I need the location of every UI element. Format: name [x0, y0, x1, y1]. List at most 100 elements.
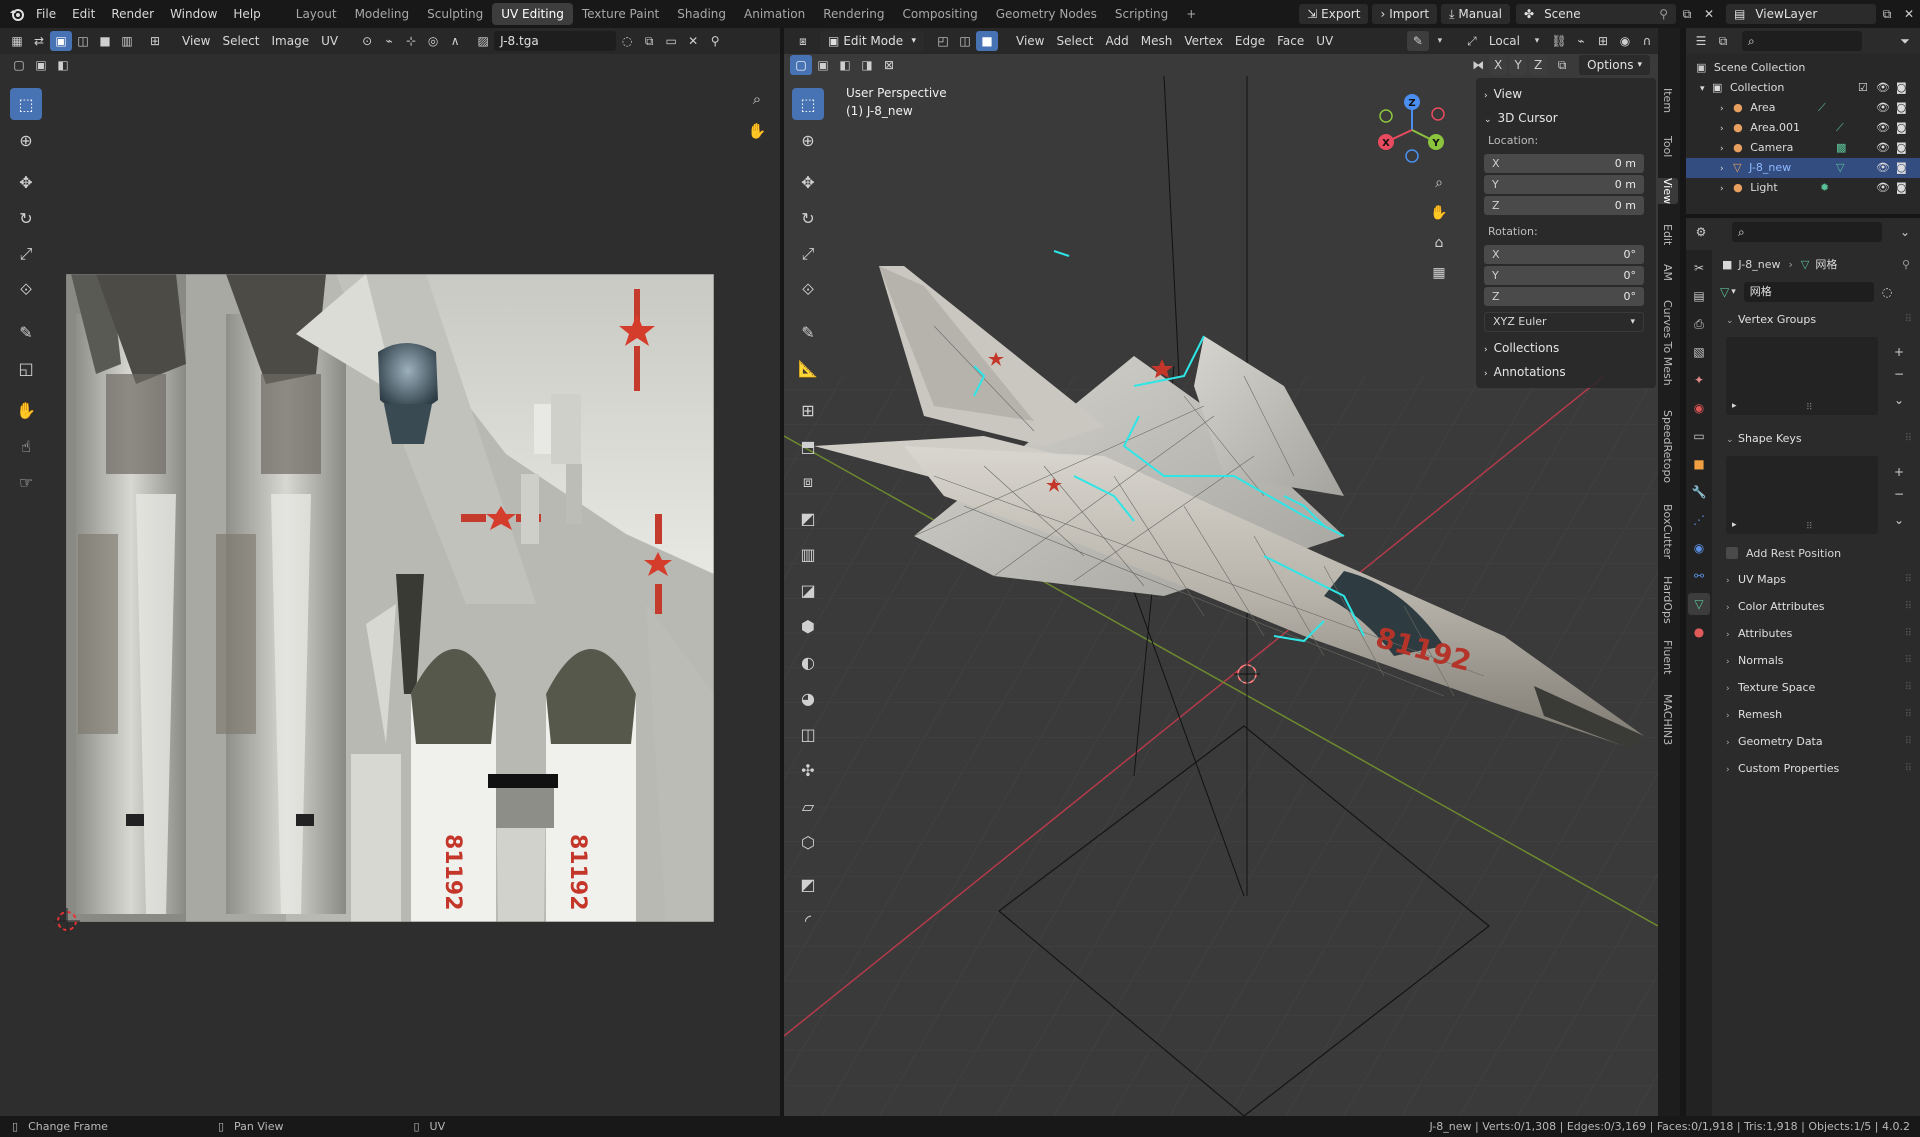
select-box-tool-icon[interactable]: ⬚	[10, 88, 42, 120]
section-geometry-data[interactable]: › Geometry Data ⠿	[1714, 728, 1920, 755]
viewport-menu-edge[interactable]: Edge	[1229, 31, 1271, 51]
edge-mode-icon[interactable]: ◫	[954, 31, 976, 51]
select-mode-subtract-icon[interactable]: ◧	[52, 55, 74, 75]
camera-render-icon[interactable]: ◙	[1896, 178, 1907, 198]
rotate-tool-icon[interactable]: ↻	[10, 202, 42, 234]
object-tab-icon[interactable]: ■	[1688, 453, 1710, 475]
manual-button[interactable]: ⤓ Manual	[1441, 4, 1510, 24]
camera-render-icon[interactable]: ◙	[1896, 118, 1907, 138]
outliner-collection[interactable]: ▾ ▣ Collection ☑ 👁 ◙	[1686, 78, 1920, 98]
edge-select-icon[interactable]: ◫	[72, 31, 94, 51]
section-normals[interactable]: › Normals ⠿	[1714, 647, 1920, 674]
move-tool-icon[interactable]: ✥	[10, 166, 42, 198]
outliner-item-light[interactable]: › ● Light ✹ 👁 ◙	[1686, 178, 1920, 198]
shape-key-menu-icon[interactable]: ⌄	[1888, 510, 1910, 530]
mirror-axis-y[interactable]: Y	[1509, 55, 1528, 75]
viewport-menu-select[interactable]: Select	[1050, 31, 1099, 51]
sidebar-tab-edit[interactable]: Edit	[1656, 224, 1678, 245]
pin-image-icon[interactable]: ⚲	[704, 31, 726, 51]
menu-edit[interactable]: Edit	[64, 0, 103, 28]
scale-tool-icon[interactable]: ⤢	[10, 238, 42, 270]
transform-tool-icon[interactable]: ⟐	[10, 274, 42, 306]
sidebar-tab-boxcutter[interactable]: BoxCutter	[1656, 504, 1678, 559]
vp-poly-build-tool-icon[interactable]: ⬢	[792, 610, 824, 642]
properties-editor-type-icon[interactable]: ⚙	[1690, 222, 1712, 242]
vp-edge-slide-tool-icon[interactable]: ◫	[792, 718, 824, 750]
mesh-browse-icon[interactable]: ▽	[1720, 285, 1729, 299]
filter-icon[interactable]: ⏷	[1894, 31, 1916, 51]
vp-measure-tool-icon[interactable]: 📐	[792, 352, 824, 384]
tab-rendering[interactable]: Rendering	[814, 3, 893, 25]
view-layer-selector[interactable]: ▤ ViewLayer	[1726, 4, 1876, 24]
add-rest-position-checkbox[interactable]	[1726, 547, 1738, 559]
add-workspace-button[interactable]: +	[1177, 3, 1205, 25]
cursor-tool-icon[interactable]: ⊕	[10, 124, 42, 156]
vp-select-tool-icon[interactable]: ⬚	[792, 88, 824, 120]
menu-window[interactable]: Window	[162, 0, 225, 28]
image-browse-icon[interactable]: ▨	[472, 31, 494, 51]
tab-modeling[interactable]: Modeling	[346, 3, 419, 25]
vp-zoom-icon[interactable]: ⌕	[1428, 172, 1450, 194]
modifier-tab-icon[interactable]: 🔧	[1688, 481, 1710, 503]
section-attributes[interactable]: › Attributes ⠿	[1714, 620, 1920, 647]
falloff-curve-icon[interactable]: ∩	[1636, 31, 1658, 51]
vp-shear-tool-icon[interactable]: ▱	[792, 790, 824, 822]
section-custom-properties[interactable]: › Custom Properties ⠿	[1714, 755, 1920, 782]
fake-user-icon[interactable]: ◌	[616, 31, 638, 51]
drag-grip-icon[interactable]: ⠿	[1905, 425, 1912, 452]
tool-tab-icon[interactable]: ✂	[1688, 257, 1710, 279]
editor-type-icon[interactable]: ▦	[6, 31, 28, 51]
vp-knife-tool-icon[interactable]: ◪	[792, 574, 824, 606]
vp-transform-extra-icon[interactable]: ◩	[792, 868, 824, 900]
viewport-menu-mesh[interactable]: Mesh	[1135, 31, 1179, 51]
eyedropper-icon[interactable]: ✎	[1406, 31, 1429, 51]
outliner-editor-type-icon[interactable]: ☰	[1690, 31, 1712, 51]
add-vertex-group-icon[interactable]: +	[1888, 342, 1910, 362]
outliner-item-j8-new[interactable]: › ▽ J-8_new ▽ 👁 ◙	[1686, 158, 1920, 178]
delete-view-layer-icon[interactable]: ✕	[1898, 4, 1920, 24]
snap-icon[interactable]: ⌁	[378, 31, 400, 51]
vp-select-intersect-icon[interactable]: ⊠	[878, 55, 900, 75]
eye-icon[interactable]: 👁	[1876, 138, 1890, 158]
checkbox-icon[interactable]: ☑	[1858, 78, 1868, 98]
topology-mirror-icon[interactable]: ⧉	[1551, 55, 1573, 75]
cursor-rotation-z[interactable]: Z 0°	[1484, 287, 1644, 306]
vp-select-extend-icon[interactable]: ▣	[812, 55, 834, 75]
resize-grip-icon[interactable]: ⠿	[1806, 522, 1813, 532]
snap-target-icon[interactable]: ⊹	[400, 31, 422, 51]
properties-options-icon[interactable]: ⌄	[1894, 222, 1916, 242]
vp-move-tool-icon[interactable]: ✥	[792, 166, 824, 198]
list-expand-icon[interactable]: ▸	[1732, 520, 1737, 530]
vp-select-new-icon[interactable]: ▢	[790, 55, 812, 75]
unlink-image-icon[interactable]: ✕	[682, 31, 704, 51]
import-button[interactable]: › Import	[1372, 4, 1438, 24]
vp-bevel-tool-icon[interactable]: ◩	[792, 502, 824, 534]
uv-menu-uv[interactable]: UV	[315, 31, 344, 51]
hand-pan-icon[interactable]: ✋	[746, 120, 768, 142]
camera-render-icon[interactable]: ◙	[1896, 158, 1907, 178]
section-remesh[interactable]: › Remesh ⠿	[1714, 701, 1920, 728]
tab-compositing[interactable]: Compositing	[893, 3, 986, 25]
vertex-mode-icon[interactable]: ◰	[932, 31, 954, 51]
tab-scripting[interactable]: Scripting	[1106, 3, 1177, 25]
tab-uv-editing[interactable]: UV Editing	[492, 3, 573, 25]
cursor-location-x[interactable]: X0 m	[1484, 154, 1644, 173]
pin-icon[interactable]: ⚲	[1902, 258, 1910, 271]
vp-extrude-tool-icon[interactable]: ⬒	[792, 430, 824, 462]
camera-render-icon[interactable]: ◙	[1896, 78, 1907, 98]
zoom-icon[interactable]: ⌕	[746, 88, 768, 110]
vp-loop-cut-tool-icon[interactable]: ▥	[792, 538, 824, 570]
vp-smooth-tool-icon[interactable]: ◕	[792, 682, 824, 714]
blender-logo-icon[interactable]	[6, 4, 28, 24]
sidebar-tab-item[interactable]: Item	[1656, 88, 1678, 113]
orientation-chevron-icon[interactable]: ▾	[1526, 31, 1548, 51]
tab-geometry-nodes[interactable]: Geometry Nodes	[987, 3, 1106, 25]
open-image-icon[interactable]: ▭	[660, 31, 682, 51]
outliner-scene-collection[interactable]: ▣ Scene Collection	[1686, 58, 1920, 78]
sidebar-tab-hardops[interactable]: HardOps	[1656, 576, 1678, 624]
select-mode-new-icon[interactable]: ▢	[8, 55, 30, 75]
vp-hand-icon[interactable]: ✋	[1428, 202, 1450, 224]
menu-help[interactable]: Help	[225, 0, 268, 28]
proportional-edit-icon[interactable]: ◎	[422, 31, 444, 51]
vp-shrink-tool-icon[interactable]: ✣	[792, 754, 824, 786]
